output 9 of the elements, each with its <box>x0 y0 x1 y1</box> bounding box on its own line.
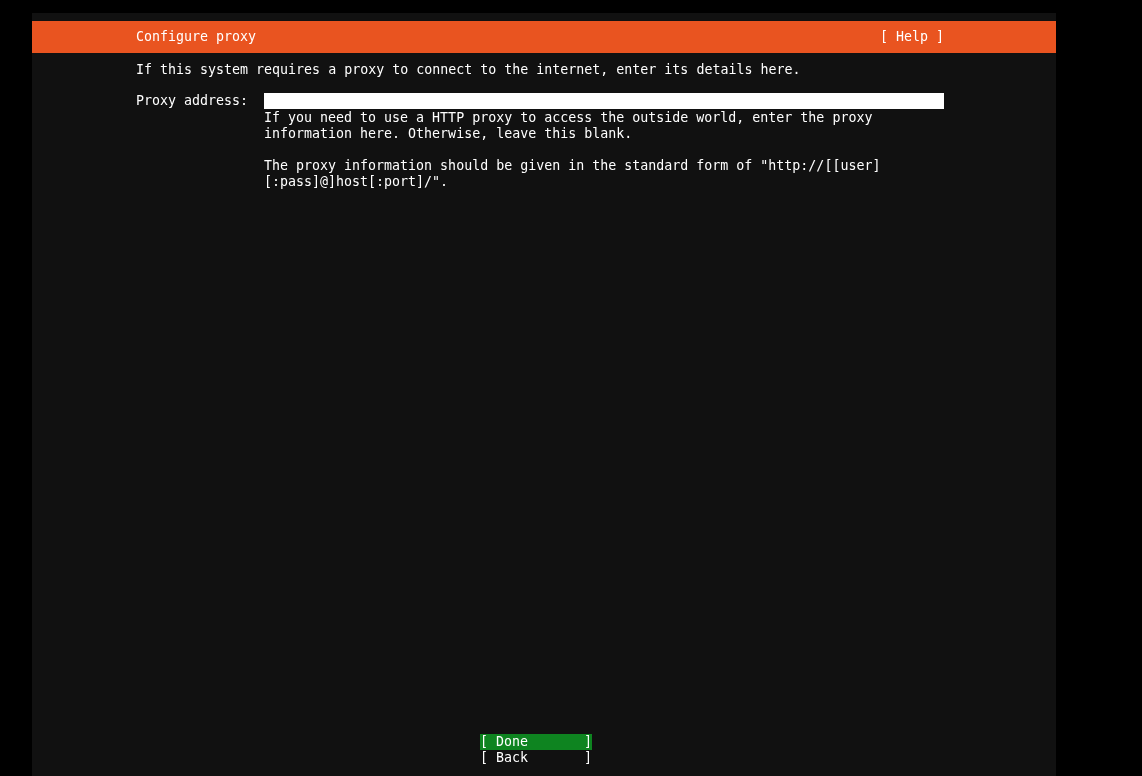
help-text: If you need to use a HTTP proxy to access the outside world, enter the proxy information here. Otherwise, leave this blank. <box>264 110 874 142</box>
proxy-address-field[interactable] <box>264 93 944 109</box>
intro-text: If this system requires a proxy to connect to the internet, enter its details here. <box>136 62 802 78</box>
header-title: Configure proxy <box>136 29 257 45</box>
back-button[interactable]: [ Back ] <box>480 750 593 766</box>
help-button[interactable]: [ Help ] <box>879 29 944 45</box>
field-label: Proxy address: <box>136 93 250 110</box>
help-text: The proxy information should be given in the standard form of "http://[[user][:pass]@]host[:port]/". <box>264 158 882 190</box>
done-button[interactable]: [ Done ] <box>480 734 593 750</box>
